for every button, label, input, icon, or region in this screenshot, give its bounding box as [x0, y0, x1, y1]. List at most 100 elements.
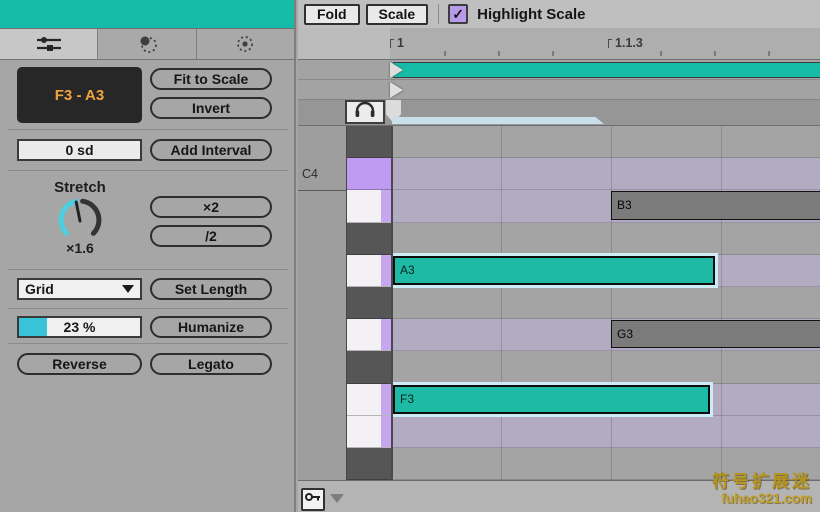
marker-lanes [298, 60, 820, 125]
midi-note-F3[interactable]: F3 [393, 384, 710, 414]
divider [8, 170, 288, 171]
note-grid[interactable]: B3 A3 G3 F3 [391, 126, 820, 480]
note-lane-F#3[interactable] [393, 351, 820, 384]
audition-button[interactable] [345, 100, 385, 124]
divider [8, 129, 288, 130]
row-label-A#3 [298, 223, 346, 255]
keyboard-mode-button[interactable] [301, 488, 325, 511]
target-icon [232, 33, 258, 55]
ruler-tick [660, 51, 662, 56]
ruler-label-1-1-3: 1.1.3 [608, 36, 643, 50]
ruler-tick [444, 51, 446, 56]
note-lane-C#4[interactable] [393, 126, 820, 159]
piano-key-G#3[interactable] [347, 286, 391, 320]
note-lane-G3[interactable]: G3 [393, 319, 820, 352]
tab-generate[interactable] [97, 29, 196, 59]
stretch-value[interactable]: ×1.6 [28, 240, 132, 256]
punch-lane[interactable] [298, 79, 820, 99]
piano-key-A#3[interactable] [347, 222, 391, 255]
piano-key-D#3[interactable] [347, 447, 391, 481]
ruler-tick [768, 51, 770, 56]
loop-overview-strip[interactable] [392, 117, 604, 124]
multiply-2-button[interactable]: ×2 [150, 196, 272, 218]
row-label-C4: C4 [298, 158, 346, 192]
headphones-icon [353, 100, 377, 124]
piano-roll-toolbar: Fold Scale Highlight Scale [298, 0, 820, 28]
row-label-G3 [298, 320, 346, 352]
ableton-midi-editor: F3 - A3 Fit to Scale Invert 0 sd Add Int… [0, 0, 820, 512]
reverse-button[interactable]: Reverse [17, 353, 142, 375]
legato-button[interactable]: Legato [150, 353, 272, 375]
highlight-scale-label: Highlight Scale [477, 5, 586, 23]
midi-note-B3[interactable]: B3 [611, 191, 820, 220]
piano-key-C#4[interactable] [347, 126, 391, 159]
humanize-button[interactable]: Humanize [150, 316, 272, 338]
row-label-F3 [298, 384, 346, 416]
tab-utility[interactable] [195, 29, 294, 59]
note-lane-C4[interactable] [393, 158, 820, 191]
piano-key-A3[interactable] [347, 254, 391, 287]
humanize-amount-slider[interactable]: 23 % [17, 316, 142, 338]
ruler-label-1: 1 [390, 36, 404, 50]
ruler-tick [552, 51, 554, 56]
chevron-down-icon [122, 285, 134, 293]
fold-button[interactable]: Fold [304, 3, 360, 25]
row-label-B3 [298, 191, 346, 223]
interval-value-box[interactable]: 0 sd [17, 139, 142, 161]
pitch-range-display[interactable]: F3 - A3 [17, 67, 142, 123]
footer-dropdown-icon[interactable] [330, 494, 344, 503]
gridline [721, 126, 722, 480]
sliders-icon [34, 35, 64, 53]
note-lane-F3[interactable]: F3 [393, 383, 820, 416]
row-label-C#4 [298, 126, 346, 158]
row-label-E3 [298, 416, 346, 448]
ruler-tick [714, 51, 716, 56]
note-grid-area: C4 B3 A3 G3 F3 [298, 125, 820, 481]
humanize-amount-value: 23 % [63, 319, 96, 335]
divide-2-button[interactable]: /2 [150, 225, 272, 247]
loop-start-marker-icon[interactable] [390, 62, 403, 78]
note-lane-E3[interactable] [393, 415, 820, 448]
divider [8, 269, 288, 270]
note-lane-D#3[interactable] [393, 447, 820, 480]
midi-note-G3[interactable]: G3 [611, 320, 820, 349]
row-label-D#3 [298, 448, 346, 480]
invert-button[interactable]: Invert [150, 97, 272, 119]
tab-transform[interactable] [0, 29, 98, 59]
loop-region-bar[interactable] [393, 62, 820, 78]
piano-key-F#3[interactable] [347, 351, 391, 384]
piano-key-G3[interactable] [347, 319, 391, 352]
octave-label-column: C4 [298, 126, 346, 480]
piano-key-B3[interactable] [347, 190, 391, 223]
fit-to-scale-button[interactable]: Fit to Scale [150, 68, 272, 90]
beat-time-ruler[interactable]: 1 1.1.3 [298, 28, 820, 60]
key-icon [304, 490, 322, 509]
ruler-bracket-icon [608, 39, 612, 48]
highlight-scale-checkbox[interactable] [448, 4, 469, 24]
scale-button[interactable]: Scale [365, 3, 429, 25]
grid-mode-select[interactable]: Grid [17, 278, 142, 300]
stretch-knob[interactable] [52, 194, 108, 244]
note-lane-A3[interactable]: A3 [393, 254, 820, 287]
start-marker-icon[interactable] [390, 82, 403, 98]
clip-color-header[interactable] [0, 0, 294, 28]
piano-roll-panel: Fold Scale Highlight Scale 1 1.1.3 [298, 0, 820, 512]
gridline [501, 126, 502, 480]
piano-key-F3[interactable] [347, 383, 391, 416]
row-label-A3 [298, 255, 346, 287]
note-lane-A#3[interactable] [393, 222, 820, 255]
add-interval-button[interactable]: Add Interval [150, 139, 272, 161]
ruler-tick [498, 51, 500, 56]
row-label-F#3 [298, 352, 346, 384]
gridline [611, 126, 612, 480]
ruler-bracket-icon [390, 39, 394, 48]
note-lane-B3[interactable]: B3 [393, 190, 820, 223]
piano-key-C4[interactable] [347, 158, 391, 191]
note-lane-G#3[interactable] [393, 286, 820, 320]
row-label-G#3 [298, 287, 346, 319]
editor-footer [298, 480, 820, 512]
midi-note-A3[interactable]: A3 [393, 255, 715, 285]
key-column [346, 126, 391, 481]
piano-key-E3[interactable] [347, 415, 391, 448]
set-length-button[interactable]: Set Length [150, 278, 272, 300]
